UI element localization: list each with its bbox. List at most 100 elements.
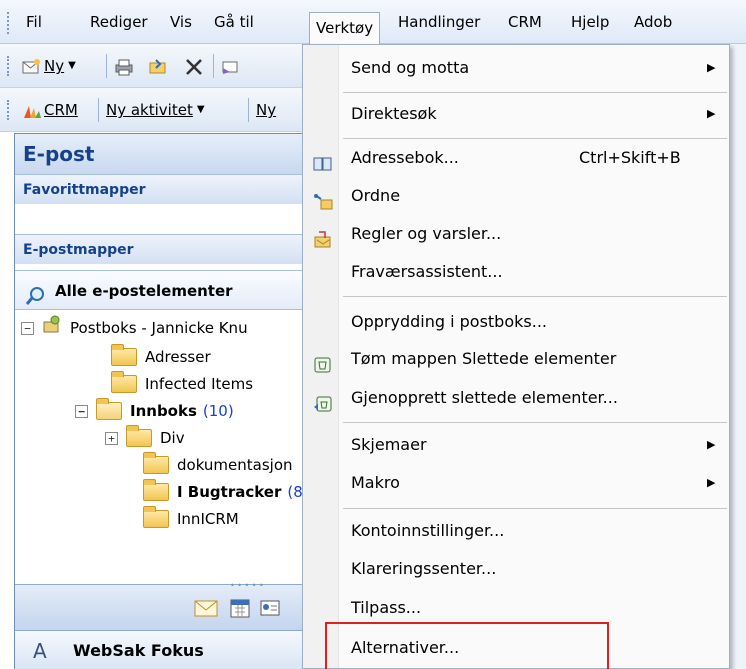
menu-ga-til[interactable]: Gå til bbox=[214, 0, 254, 44]
contacts-icon[interactable] bbox=[259, 597, 281, 623]
menu-rediger[interactable]: Rediger bbox=[90, 0, 148, 44]
tree-row-folder[interactable]: + Div bbox=[105, 424, 185, 452]
tree-row-folder[interactable]: InnICRM bbox=[143, 505, 239, 533]
tree-row-folder[interactable]: dokumentasjon bbox=[143, 451, 293, 479]
crm-toolbar: CRM Ny aktivitet ▼ Ny bbox=[0, 88, 310, 132]
toolbar-separator bbox=[106, 54, 107, 78]
menu-item-label: Gjenopprett slettede elementer... bbox=[351, 388, 618, 407]
delete-button[interactable] bbox=[184, 52, 202, 80]
chevron-down-icon[interactable]: ▼ bbox=[197, 96, 205, 124]
folder-icon bbox=[143, 479, 169, 501]
menu-item-recover-deleted[interactable]: Gjenopprett slettede elementer... bbox=[303, 379, 729, 417]
standard-toolbar: Ny ▼ bbox=[0, 44, 310, 88]
submenu-arrow-icon: ▶ bbox=[707, 438, 716, 451]
tree-row-folder[interactable]: I Bugtracker (8) bbox=[143, 478, 309, 506]
menu-fil[interactable]: Fil bbox=[26, 0, 42, 44]
menu-item-label: Klareringssenter... bbox=[351, 559, 497, 578]
new-activity-label: Ny aktivitet bbox=[106, 101, 193, 119]
menu-item-out-of-office[interactable]: Fraværsassistent... bbox=[303, 253, 729, 291]
menu-item-organize[interactable]: Ordne bbox=[303, 177, 729, 215]
crm-button[interactable]: CRM bbox=[22, 96, 78, 124]
print-button[interactable] bbox=[114, 52, 133, 80]
menu-hjelp[interactable]: Hjelp bbox=[571, 0, 609, 44]
menu-handlinger[interactable]: Handlinger bbox=[398, 0, 480, 44]
highlight-annotation bbox=[325, 622, 609, 669]
menu-item-empty-deleted[interactable]: Tøm mappen Slettede elementer bbox=[303, 340, 729, 378]
new-button[interactable]: Ny ▼ bbox=[22, 52, 76, 80]
menu-item-label: Opprydding i postboks... bbox=[351, 312, 547, 331]
menu-item-mailbox-cleanup[interactable]: Opprydding i postboks... bbox=[303, 303, 729, 341]
menu-item-send-receive[interactable]: Send og motta ▶ bbox=[303, 49, 729, 87]
menu-item-trust-center[interactable]: Klareringssenter... bbox=[303, 550, 729, 588]
menu-item-label: Regler og varsler... bbox=[351, 224, 502, 243]
print-icon bbox=[114, 57, 133, 76]
menu-item-label: Adressebok... bbox=[351, 148, 459, 167]
new-partial-label: Ny bbox=[256, 101, 277, 119]
websak-label: WebSak Fokus bbox=[73, 641, 204, 660]
menu-item-label: Skjemaer bbox=[351, 435, 427, 454]
menu-verktoy[interactable]: Verktøy bbox=[309, 12, 381, 44]
move-to-folder-button[interactable] bbox=[148, 52, 166, 80]
menu-item-account-settings[interactable]: Kontoinnstillinger... bbox=[303, 512, 729, 550]
tree-label: Innboks bbox=[130, 402, 197, 420]
new-button-partial[interactable]: Ny bbox=[256, 96, 276, 124]
toolbar-separator bbox=[213, 54, 214, 78]
collapse-icon[interactable]: − bbox=[75, 404, 88, 418]
menu-item-label: Tøm mappen Slettede elementer bbox=[351, 349, 617, 368]
menu-item-rules-alerts[interactable]: Regler og varsler... bbox=[303, 215, 729, 253]
tree-row-folder[interactable]: Adresser bbox=[111, 343, 211, 371]
menu-separator bbox=[343, 508, 727, 509]
tree-row-mailbox[interactable]: − Postboks - Jannicke Knu bbox=[21, 314, 248, 342]
folder-icon bbox=[143, 452, 169, 474]
menu-item-label: Ordne bbox=[351, 186, 401, 205]
recover-items-icon bbox=[313, 389, 332, 412]
new-activity-button[interactable]: Ny aktivitet ▼ bbox=[106, 96, 205, 124]
mail-icon[interactable] bbox=[193, 597, 219, 623]
new-button-label: Ny bbox=[44, 57, 65, 75]
menu-item-instant-search[interactable]: Direktesøk ▶ bbox=[303, 95, 729, 133]
rules-icon bbox=[313, 225, 331, 248]
collapse-icon[interactable]: − bbox=[21, 321, 34, 335]
menu-separator bbox=[343, 296, 727, 297]
menu-item-macro[interactable]: Makro ▶ bbox=[303, 464, 729, 502]
toolbar-grip[interactable] bbox=[7, 100, 9, 120]
chevron-down-icon[interactable]: ▼ bbox=[68, 52, 76, 80]
submenu-arrow-icon: ▶ bbox=[707, 107, 716, 120]
reply-button[interactable] bbox=[220, 52, 238, 80]
new-mail-icon bbox=[22, 57, 40, 75]
menu-item-address-book[interactable]: Adressebok... Ctrl+Skift+B bbox=[303, 139, 729, 177]
toolbar-separator bbox=[248, 98, 249, 122]
toolbar-separator bbox=[98, 98, 99, 122]
address-book-icon bbox=[313, 149, 332, 171]
tools-dropdown-menu: Send og motta ▶ Direktesøk ▶ Adressebok.… bbox=[302, 44, 730, 669]
calendar-icon[interactable] bbox=[229, 597, 251, 623]
inbox-icon bbox=[96, 398, 122, 420]
organize-icon bbox=[313, 187, 333, 210]
menu-crm[interactable]: CRM bbox=[508, 0, 542, 44]
menu-separator bbox=[343, 92, 727, 93]
menubar-grip[interactable] bbox=[7, 12, 10, 34]
menu-item-label: Send og motta bbox=[351, 58, 470, 77]
splitter-grip[interactable]: • • • • • bbox=[230, 581, 264, 590]
mail-folders-section[interactable]: E-postmapper bbox=[15, 234, 306, 264]
crm-icon bbox=[22, 101, 41, 119]
favorites-section[interactable]: Favorittmapper bbox=[15, 174, 306, 204]
navigation-pane: E-post Favorittmapper E-postmapper Alle … bbox=[14, 133, 309, 669]
tree-label: Adresser bbox=[145, 348, 211, 366]
folder-icon bbox=[143, 506, 169, 528]
websak-fokus-button[interactable]: A WebSak Fokus bbox=[15, 630, 306, 669]
submenu-arrow-icon: ▶ bbox=[707, 61, 716, 74]
menu-vis[interactable]: Vis bbox=[170, 0, 192, 44]
menu-item-label: Kontoinnstillinger... bbox=[351, 521, 505, 540]
expand-icon[interactable]: + bbox=[105, 431, 118, 445]
tree-label: Postboks - Jannicke Knu bbox=[70, 319, 248, 337]
menu-item-forms[interactable]: Skjemaer ▶ bbox=[303, 426, 729, 464]
folder-tree: − Postboks - Jannicke Knu Adresser Infec… bbox=[15, 314, 309, 554]
submenu-arrow-icon: ▶ bbox=[707, 476, 716, 489]
tree-row-folder[interactable]: Infected Items bbox=[111, 370, 253, 398]
tree-row-inbox[interactable]: − Innboks (10) bbox=[75, 397, 234, 425]
toolbar-grip[interactable] bbox=[7, 56, 9, 76]
websak-icon: A bbox=[33, 639, 47, 663]
all-mail-items-button[interactable]: Alle e-postelementer bbox=[15, 270, 306, 310]
menu-adobe[interactable]: Adob bbox=[634, 0, 672, 44]
